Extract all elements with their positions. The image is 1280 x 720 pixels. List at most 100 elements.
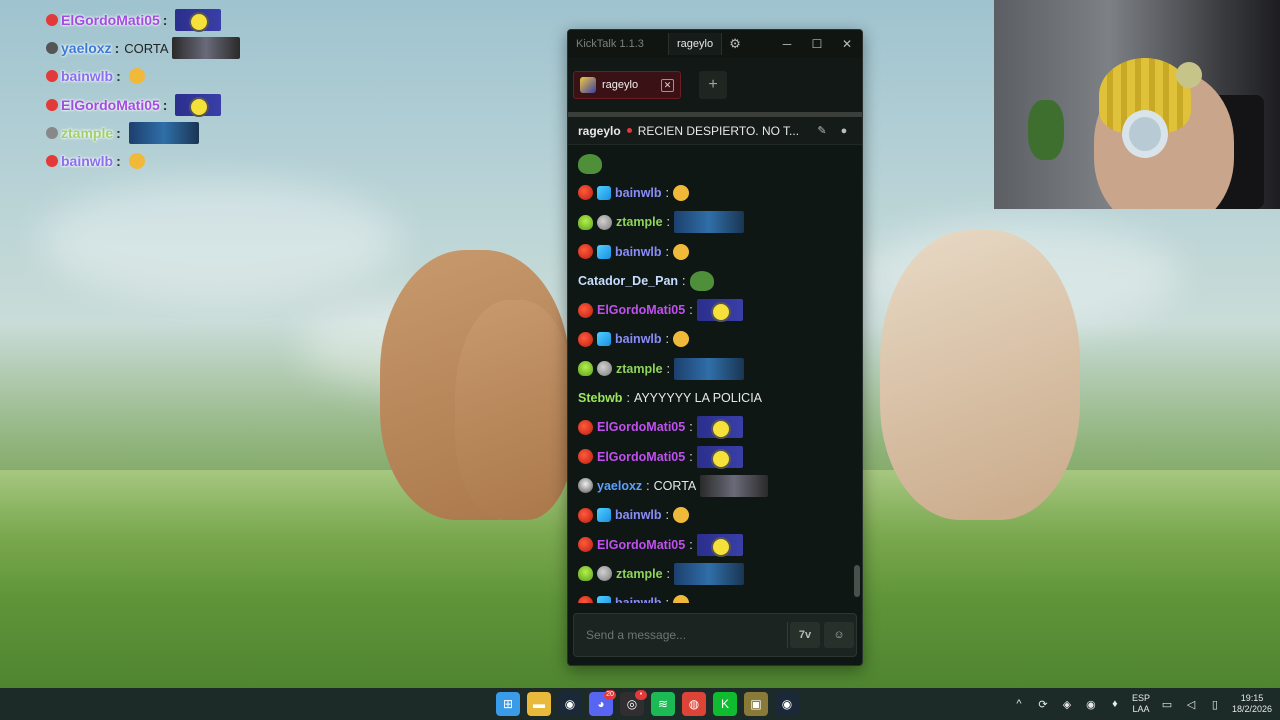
corta-emote [171, 37, 240, 60]
username[interactable]: bainwlb [615, 332, 662, 346]
username[interactable]: bainwlb [615, 245, 662, 259]
maximize-button[interactable]: ☐ [802, 37, 832, 51]
stream-title: RECIEN DESPIERTO. NO T... [637, 123, 800, 138]
badge-icon [46, 155, 58, 168]
username[interactable]: Catador_De_Pan [578, 274, 678, 288]
tab-rageylo[interactable]: rageylo ✕ [573, 71, 681, 99]
username[interactable]: ztample [616, 362, 663, 376]
red-badge-icon [578, 449, 593, 465]
pin-icon[interactable]: ✎ [814, 124, 830, 137]
spotify-icon[interactable]: ≋ [651, 692, 675, 716]
car-emote [674, 357, 745, 380]
kick-icon[interactable]: K [713, 692, 737, 716]
username[interactable]: ztample [616, 567, 663, 581]
badge-icon [46, 126, 58, 139]
name-separator: : [626, 391, 630, 406]
horse-middle [455, 300, 575, 520]
title-bar[interactable]: KickTalk 1.1.3 rageylo ⚙ ─ ☐ ✕ [568, 30, 862, 58]
chat-message[interactable]: ElGordoMati05: [578, 442, 862, 471]
volume-icon[interactable]: ◁ [1184, 698, 1198, 711]
network-icon[interactable]: ▭ [1160, 698, 1174, 711]
chat-message[interactable]: bainwlb: [578, 178, 862, 207]
chat-message[interactable]: ztample: [578, 354, 862, 383]
overlay-separator: : [116, 68, 121, 85]
message-text: CORTA [653, 478, 697, 493]
username[interactable]: ElGordoMati05 [597, 538, 685, 552]
overlay-separator: : [114, 40, 120, 57]
file-explorer-icon[interactable]: ▬ [527, 692, 551, 716]
chat-message[interactable]: bainwlb: [578, 325, 862, 354]
chat-message[interactable]: ztample: [578, 208, 862, 237]
chat-messages[interactable]: bainwlb: ztample: bainwlb: Catador_De_Pan: E… [568, 145, 862, 603]
obs-icon[interactable]: ◎ • [620, 690, 647, 716]
chevron-up-icon[interactable]: ^ [1012, 698, 1026, 710]
discord-icon[interactable]: ◕ 20 [589, 690, 616, 716]
windows-start-icon[interactable]: ⊞ [496, 692, 520, 716]
chat-message[interactable]: bainwlb: [578, 501, 862, 530]
name-separator: : [666, 215, 671, 230]
steam-2-icon[interactable]: ◉ [775, 692, 799, 716]
username[interactable]: bainwlb [615, 186, 662, 200]
chat-message[interactable]: bainwlb: [578, 237, 862, 266]
gear-icon[interactable]: ⚙ [722, 36, 748, 52]
face-emote [673, 595, 690, 603]
overlay-message: CORTA [124, 40, 169, 56]
message-text: AYYYYYY LA POLICIA [633, 391, 763, 406]
translate-button[interactable]: 7v [790, 622, 820, 648]
overlay-username: ElGordoMati05 [61, 96, 160, 113]
chat-message[interactable]: ztample: [578, 559, 862, 588]
current-user[interactable]: rageylo [668, 33, 723, 55]
user-icon[interactable]: ● [836, 125, 852, 137]
overlay-row: ztample: [46, 119, 246, 147]
chat-message[interactable]: ElGordoMati05: [578, 413, 862, 442]
chrome-icon[interactable]: ◍ [682, 692, 706, 716]
shield-icon[interactable]: ◈ [1060, 698, 1074, 711]
icon-glyph: K [720, 697, 729, 711]
red-badge-icon [578, 595, 593, 603]
username[interactable]: bainwlb [615, 508, 662, 522]
close-icon[interactable]: ✕ [661, 78, 674, 92]
username[interactable]: yaeloxz [597, 479, 642, 493]
message-input[interactable] [574, 614, 787, 656]
battery-icon[interactable]: ▯ [1208, 698, 1222, 711]
username[interactable]: ztample [616, 215, 663, 229]
message-composer: 7v ☺ [573, 613, 857, 657]
tab-label: rageylo [602, 79, 639, 91]
add-tab-button[interactable]: + [699, 71, 727, 99]
alien-badge-icon [578, 566, 593, 582]
chat-message[interactable]: bainwlb: [578, 588, 862, 603]
live-indicator [626, 128, 632, 133]
username[interactable]: ElGordoMati05 [597, 420, 685, 434]
steam-icon[interactable]: ◉ [558, 692, 582, 716]
chat-message[interactable]: Catador_De_Pan: [578, 266, 862, 295]
username[interactable]: ElGordoMati05 [597, 303, 685, 317]
chat-message[interactable] [578, 149, 862, 178]
name-separator: : [689, 303, 693, 318]
chat-message[interactable]: ElGordoMati05: [578, 295, 862, 324]
chat-message[interactable]: yaeloxz: CORTA [578, 471, 862, 500]
minimize-button[interactable]: ─ [772, 37, 802, 51]
steam-tray-icon[interactable]: ◉ [1084, 698, 1098, 711]
microphone-icon[interactable]: ♦ [1108, 698, 1122, 710]
chat-message[interactable]: Stebwb: AYYYYYY LA POLICIA [578, 383, 862, 412]
alien-badge-icon [578, 214, 593, 230]
username[interactable]: ElGordoMati05 [597, 450, 685, 464]
clock[interactable]: 19:15 18/2/2026 [1232, 693, 1272, 715]
chat-message[interactable]: ElGordoMati05: [578, 530, 862, 559]
sync-icon[interactable]: ⟳ [1036, 698, 1050, 711]
channel-name[interactable]: rageylo [578, 124, 621, 138]
emote-icon[interactable]: ☺ [824, 622, 854, 648]
language-indicator[interactable]: ESP LAA [1132, 693, 1150, 715]
icon-glyph: ◎ [626, 697, 638, 711]
minion-emote [696, 533, 743, 557]
close-button[interactable]: ✕ [832, 37, 862, 51]
app-icon[interactable]: ▣ [744, 692, 768, 716]
username[interactable]: Stebwb [578, 391, 622, 405]
name-separator: : [689, 537, 693, 552]
name-separator: : [665, 185, 670, 200]
overlay-separator: : [162, 96, 168, 113]
red-badge-icon [578, 331, 593, 347]
username[interactable]: bainwlb [615, 596, 662, 603]
name-separator: : [666, 361, 671, 376]
scrollbar[interactable] [854, 565, 860, 597]
